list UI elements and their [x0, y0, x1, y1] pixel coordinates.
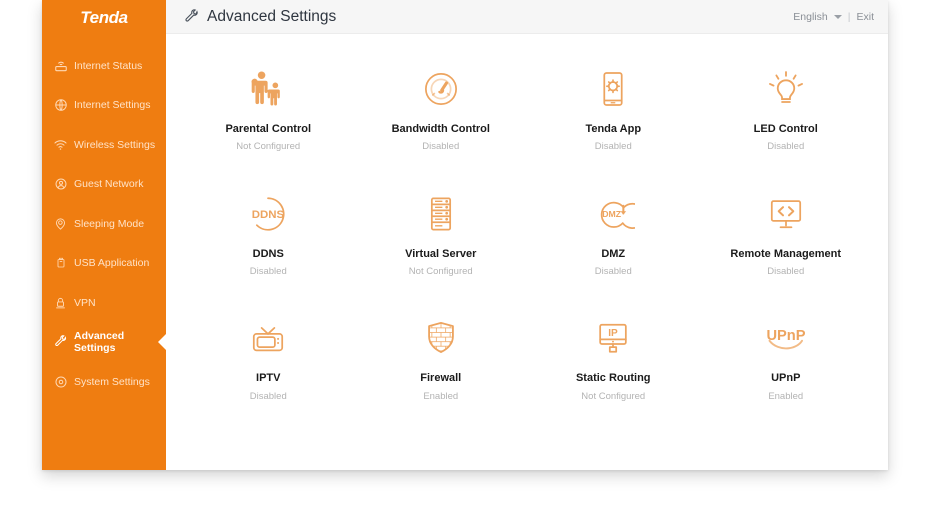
- phone-gear-icon: [591, 64, 635, 114]
- tile-ddns[interactable]: DDNS DDNS Disabled: [182, 177, 355, 302]
- sidebar-item-sleeping-mode[interactable]: Sleeping Mode: [42, 204, 166, 244]
- tile-label: Parental Control: [225, 123, 312, 135]
- sidebar-item-system-settings[interactable]: System Settings: [42, 362, 166, 402]
- tile-status: Enabled: [768, 390, 804, 402]
- separator: |: [847, 10, 851, 23]
- sidebar-item-label: USB Application: [74, 257, 150, 270]
- tile-status: Disabled: [249, 265, 287, 277]
- tile-label: Tenda App: [585, 123, 642, 135]
- usb-icon: [53, 256, 68, 271]
- tile-label: DMZ: [601, 247, 626, 260]
- tile-status: Enabled: [423, 390, 459, 402]
- svg-text:UPnP: UPnP: [766, 328, 805, 344]
- gear-circle-icon: [53, 374, 68, 389]
- tile-label: UPnP: [771, 372, 801, 385]
- tile-status: Disabled: [767, 265, 805, 277]
- tile-status: Disabled: [594, 141, 632, 153]
- upnp-logo-icon: UPnP: [762, 313, 810, 363]
- brand-logo: Tenda: [42, 0, 166, 34]
- tile-status: Disabled: [249, 390, 287, 402]
- page-title-text: Advanced Settings: [207, 7, 337, 25]
- sidebar-item-label: Sleeping Mode: [74, 217, 145, 230]
- monitor-ip-icon: IP: [591, 313, 635, 363]
- language-selector[interactable]: English: [793, 11, 827, 23]
- tile-label: Bandwidth Control: [391, 123, 490, 135]
- sidebar-item-label: System Settings: [74, 375, 150, 388]
- sidebar-item-guest-network[interactable]: Guest Network: [42, 165, 166, 205]
- shield-icon: [419, 313, 463, 363]
- tile-led-control[interactable]: LED Control Disabled: [700, 52, 873, 177]
- sidebar-item-label: Internet Status: [74, 59, 143, 72]
- monitor-code-icon: [764, 189, 808, 239]
- server-rack-icon: [419, 189, 463, 239]
- sidebar: Tenda Internet Status Internet Settings …: [42, 0, 166, 470]
- speedometer-icon: [419, 64, 463, 114]
- tile-parental-control[interactable]: Parental Control Not Configured: [182, 52, 355, 177]
- television-icon: [246, 313, 290, 363]
- tile-label: Firewall: [420, 372, 462, 385]
- tile-label: LED Control: [753, 123, 818, 135]
- sidebar-item-label: Internet Settings: [74, 99, 151, 112]
- sidebar-item-label: Wireless Settings: [74, 138, 156, 151]
- brand-logo-text: Tenda: [80, 8, 128, 27]
- sidebar-item-internet-settings[interactable]: Internet Settings: [42, 86, 166, 126]
- svg-text:DDNS: DDNS: [252, 209, 285, 221]
- vpn-lock-icon: [53, 295, 68, 310]
- sidebar-item-wireless-settings[interactable]: Wireless Settings: [42, 125, 166, 165]
- sidebar-item-advanced-settings[interactable]: Advanced Settings: [42, 323, 166, 363]
- svg-text:DMZ: DMZ: [602, 208, 622, 218]
- top-bar-actions: English | Exit: [793, 11, 874, 23]
- dmz-circle-icon: DMZ: [591, 189, 636, 239]
- tile-status: Disabled: [594, 265, 632, 277]
- sidebar-item-label: Advanced Settings: [74, 330, 125, 355]
- sidebar-item-internet-status[interactable]: Internet Status: [42, 46, 166, 86]
- tile-status: Not Configured: [236, 141, 301, 153]
- tile-status: Not Configured: [581, 390, 646, 402]
- tile-dmz[interactable]: DMZ DMZ Disabled: [527, 177, 700, 302]
- chevron-down-icon[interactable]: [833, 14, 842, 19]
- tile-firewall[interactable]: Firewall Enabled: [355, 301, 528, 426]
- tile-static-routing[interactable]: IP Static Routing Not Configured: [527, 301, 700, 426]
- wifi-icon: [53, 137, 68, 152]
- top-bar: Advanced Settings English | Exit: [166, 0, 888, 34]
- sidebar-item-vpn[interactable]: VPN: [42, 283, 166, 323]
- wrench-icon: [184, 8, 200, 25]
- page-title: Advanced Settings: [184, 8, 336, 26]
- lightbulb-icon: [764, 64, 808, 114]
- tile-upnp[interactable]: UPnP UPnP Enabled: [700, 301, 873, 426]
- tile-remote-management[interactable]: Remote Management Disabled: [700, 177, 873, 302]
- tile-label: Virtual Server: [405, 247, 477, 260]
- wrench-icon: [53, 335, 68, 350]
- tile-status: Disabled: [422, 141, 460, 153]
- router-icon: [53, 58, 68, 73]
- tile-iptv[interactable]: IPTV Disabled: [182, 301, 355, 426]
- tile-label: IPTV: [256, 372, 281, 385]
- globe-icon: [53, 98, 68, 113]
- tile-tenda-app[interactable]: Tenda App Disabled: [527, 52, 700, 177]
- moon-pin-icon: [53, 216, 68, 231]
- tile-label: Remote Management: [730, 247, 842, 260]
- router-admin-page: Tenda Internet Status Internet Settings …: [0, 0, 930, 517]
- feature-tile-grid: Parental Control Not Configured Bandwidt…: [166, 34, 888, 470]
- tile-label: DDNS: [252, 247, 284, 260]
- content-area: Advanced Settings English | Exit Parenta…: [166, 0, 888, 470]
- ddns-circle-icon: DDNS: [246, 189, 290, 239]
- sidebar-nav: Internet Status Internet Settings Wirele…: [42, 46, 166, 402]
- sidebar-item-usb-application[interactable]: USB Application: [42, 244, 166, 284]
- tile-bandwidth-control[interactable]: Bandwidth Control Disabled: [355, 52, 528, 177]
- router-web-ui-panel: Tenda Internet Status Internet Settings …: [42, 0, 888, 470]
- tile-status: Disabled: [767, 141, 805, 153]
- exit-button[interactable]: Exit: [856, 11, 874, 23]
- svg-text:IP: IP: [608, 328, 618, 339]
- sidebar-item-label: VPN: [74, 296, 96, 309]
- guest-network-icon: [53, 177, 68, 192]
- sidebar-item-label: Guest Network: [74, 178, 144, 191]
- tile-label: Static Routing: [575, 372, 651, 385]
- tile-status: Not Configured: [408, 265, 473, 277]
- parent-child-icon: [246, 64, 290, 114]
- tile-virtual-server[interactable]: Virtual Server Not Configured: [355, 177, 528, 302]
